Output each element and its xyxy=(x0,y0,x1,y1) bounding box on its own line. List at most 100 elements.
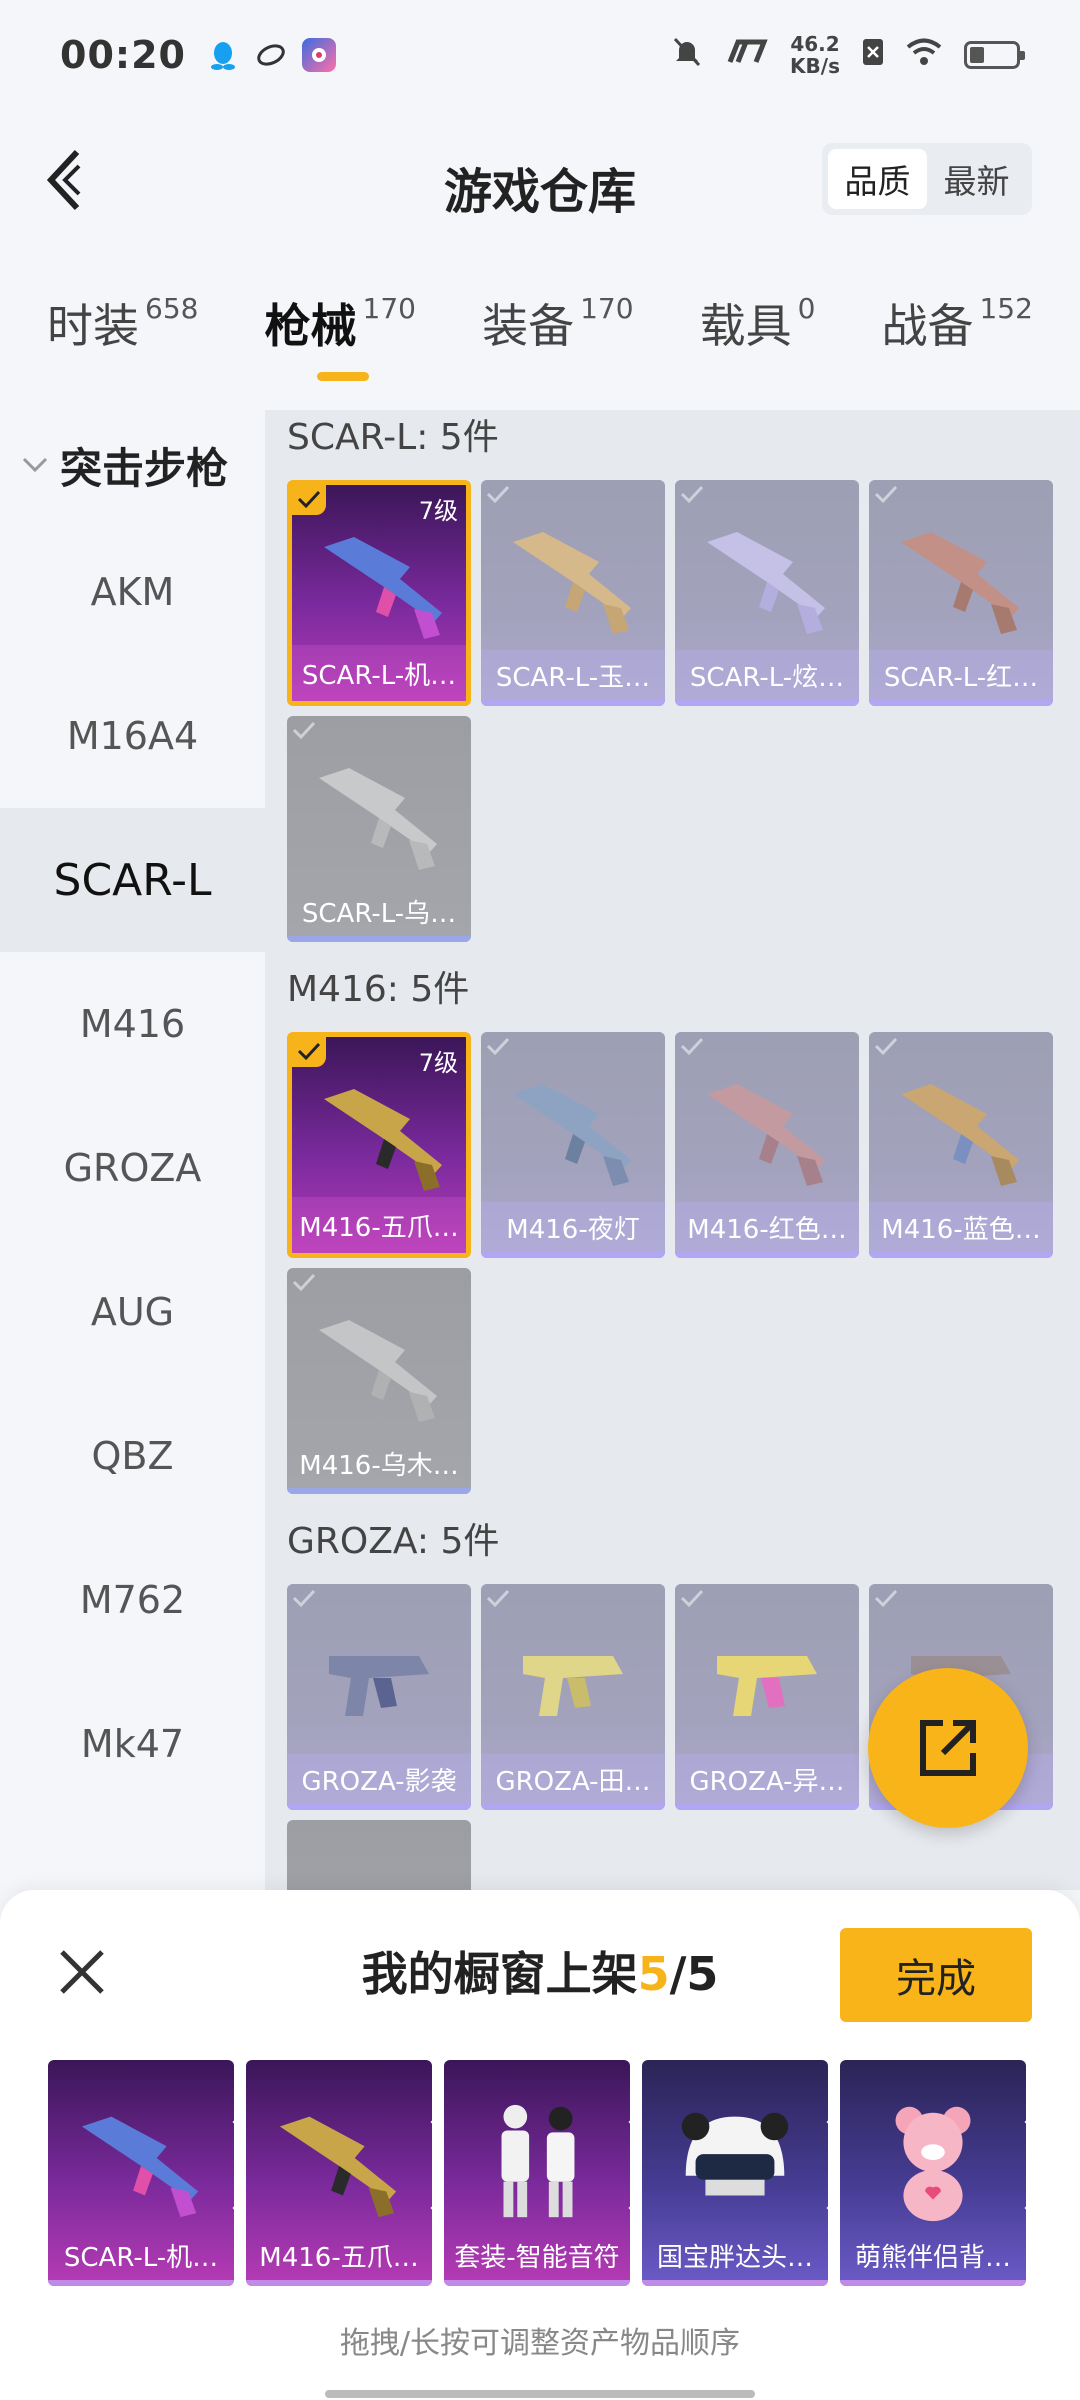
sidebar-item-mk47[interactable]: Mk47 xyxy=(0,1672,265,1816)
net-speed-value: 46.2 xyxy=(790,32,840,56)
mute-bell-icon xyxy=(672,36,702,75)
remove-icon[interactable] xyxy=(986,2064,1026,2210)
check-icon xyxy=(869,1584,903,1614)
sim-disabled-icon xyxy=(862,38,884,73)
item-card[interactable]: SCAR-L-玉… xyxy=(481,480,665,706)
showcase-item[interactable]: 套装-智能音符 xyxy=(444,2060,630,2286)
rifle-icon xyxy=(717,1656,817,1716)
rifle-icon xyxy=(324,1089,442,1191)
item-name: M416-蓝色… xyxy=(869,1202,1053,1258)
item-level: 7级 xyxy=(418,497,458,525)
home-indicator[interactable] xyxy=(325,2390,755,2398)
battery-icon xyxy=(964,41,1025,69)
tab-fashion[interactable]: 时装 658 xyxy=(47,290,198,400)
sidebar-item-m416[interactable]: M416 xyxy=(0,952,265,1096)
sort-segmented-control: 品质 最新 xyxy=(822,143,1032,215)
tab-vehicles[interactable]: 载具 0 xyxy=(700,290,816,400)
check-icon xyxy=(481,1032,515,1062)
showcase-item[interactable]: 萌熊伴侣背… xyxy=(840,2060,1026,2286)
sidebar-item-m762[interactable]: M762 xyxy=(0,1528,265,1672)
outfit-icon xyxy=(501,2104,575,2218)
tab-count: 152 xyxy=(979,292,1033,325)
remove-icon[interactable] xyxy=(392,2064,432,2210)
item-card[interactable]: M416-红色… xyxy=(675,1032,859,1258)
notification-icons xyxy=(206,38,336,72)
showcase-count-separator: / xyxy=(669,1947,687,2001)
item-card[interactable]: 7级 M416-五爪… xyxy=(287,1032,471,1258)
check-icon xyxy=(292,1037,326,1067)
rifle-icon xyxy=(901,532,1019,634)
item-card[interactable]: SCAR-L-红… xyxy=(869,480,1053,706)
showcase-total-count: 5 xyxy=(686,1947,719,2001)
signal-5g-icon xyxy=(724,38,768,73)
item-card[interactable]: GROZA-异… xyxy=(675,1584,859,1810)
check-icon xyxy=(869,480,903,510)
item-card-partial[interactable] xyxy=(287,1820,471,1890)
sidebar-item-groza[interactable]: GROZA xyxy=(0,1096,265,1240)
sort-option-quality[interactable]: 品质 xyxy=(828,149,927,209)
item-card[interactable]: M416-蓝色… xyxy=(869,1032,1053,1258)
rifle-icon xyxy=(707,532,825,634)
check-icon xyxy=(675,1032,709,1062)
done-button[interactable]: 完成 xyxy=(840,1928,1032,2022)
reorder-hint: 拖拽/长按可调整资产物品顺序 xyxy=(339,2326,741,2361)
showcase-item-name: 国宝胖达头… xyxy=(642,2230,828,2286)
game-app-icon xyxy=(301,38,336,72)
sidebar-item-qbz[interactable]: QBZ xyxy=(0,1384,265,1528)
teddy-bear-backpack-icon xyxy=(895,2106,971,2222)
sidebar-item-m16a4[interactable]: M16A4 xyxy=(0,664,265,808)
item-name: M416-乌木… xyxy=(287,1438,471,1494)
sidebar-category-header[interactable]: 突击步枪 xyxy=(0,410,265,520)
tab-count: 0 xyxy=(797,292,816,325)
remove-icon[interactable] xyxy=(788,2064,828,2210)
item-name: SCAR-L-玉… xyxy=(481,650,665,706)
remove-icon[interactable] xyxy=(590,2064,630,2210)
share-icon xyxy=(920,1720,976,1776)
item-name: M416-红色… xyxy=(675,1202,859,1258)
sidebar-item-scar-l[interactable]: SCAR-L xyxy=(0,808,265,952)
remove-icon[interactable] xyxy=(194,2064,234,2210)
item-level: 7级 xyxy=(418,1049,458,1077)
item-card[interactable]: 7级 SCAR-L-机… xyxy=(287,480,471,706)
item-grid-scar-l: 7级 SCAR-L-机… SCAR-L-玉… SCAR-L-炫… SCAR-L-… xyxy=(287,480,1080,942)
check-icon xyxy=(869,1032,903,1062)
check-icon xyxy=(481,480,515,510)
check-icon xyxy=(481,1584,515,1614)
tab-count: 170 xyxy=(580,292,634,325)
item-name: GROZA-异… xyxy=(675,1754,859,1810)
item-name: M416-夜灯 xyxy=(481,1202,665,1258)
category-tabs: 时装 658 枪械 170 装备 170 载具 0 战备 152 xyxy=(0,290,1080,400)
sort-option-newest[interactable]: 最新 xyxy=(927,149,1026,209)
showcase-item[interactable]: M416-五爪… xyxy=(246,2060,432,2286)
tab-label: 装备 xyxy=(482,299,575,353)
item-card[interactable]: SCAR-L-乌… xyxy=(287,716,471,942)
tab-battle-gear[interactable]: 战备 152 xyxy=(881,290,1032,400)
group-title-groza: GROZA: 5件 xyxy=(287,1521,500,1562)
item-card[interactable]: M416-乌木… xyxy=(287,1268,471,1494)
sidebar-item-aug[interactable]: AUG xyxy=(0,1240,265,1384)
group-title-scar-l: SCAR-L: 5件 xyxy=(287,417,499,458)
rifle-icon xyxy=(513,1084,631,1186)
app-header: 游戏仓库 品质 最新 xyxy=(0,110,1080,250)
showcase-items: SCAR-L-机… M416-五爪… 套装-智能音符 国宝胖达头… 萌熊伴侣背… xyxy=(48,2060,1026,2286)
item-card[interactable]: M416-夜灯 xyxy=(481,1032,665,1258)
sidebar-item-akm[interactable]: AKM xyxy=(0,520,265,664)
showcase-item[interactable]: 国宝胖达头… xyxy=(642,2060,828,2286)
status-time: 00:20 xyxy=(60,33,186,77)
tab-equipment[interactable]: 装备 170 xyxy=(482,290,633,400)
status-bar: 00:20 46.2 KB/s xyxy=(0,0,1080,110)
sidebar-category-label: 突击步枪 xyxy=(60,443,229,493)
tab-guns[interactable]: 枪械 170 xyxy=(265,290,416,400)
showcase-item-name: 萌熊伴侣背… xyxy=(840,2230,1026,2286)
check-icon xyxy=(287,716,321,746)
item-card[interactable]: GROZA-田… xyxy=(481,1584,665,1810)
rifle-icon xyxy=(319,768,437,870)
rifle-icon xyxy=(707,1084,825,1186)
item-name: SCAR-L-红… xyxy=(869,650,1053,706)
share-fab[interactable] xyxy=(868,1668,1028,1828)
item-card[interactable]: SCAR-L-炫… xyxy=(675,480,859,706)
showcase-item[interactable]: SCAR-L-机… xyxy=(48,2060,234,2286)
item-name: SCAR-L-乌… xyxy=(287,886,471,942)
item-card[interactable]: GROZA-影袭 xyxy=(287,1584,471,1810)
rifle-icon xyxy=(81,2116,199,2218)
